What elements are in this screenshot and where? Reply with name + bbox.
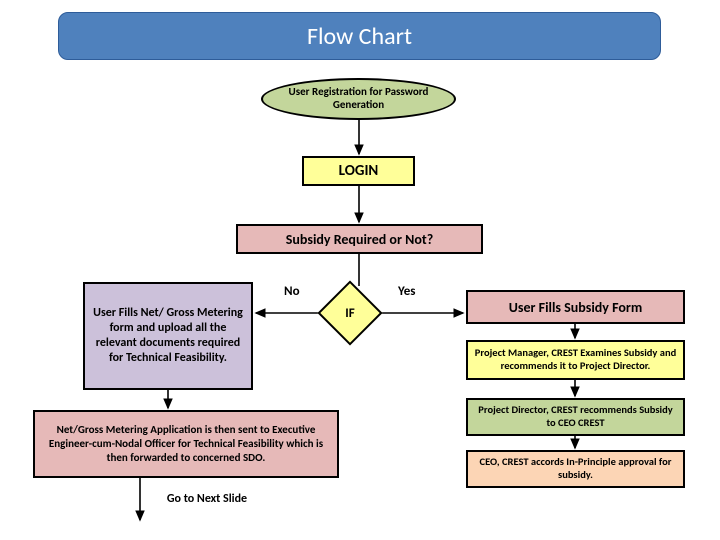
node-ceo-crest: CEO, CREST accords In-Principle approval… [466, 450, 685, 488]
node-if-diamond: IF [327, 290, 373, 336]
node-yes-branch: User Fills Subsidy Form [466, 290, 685, 324]
node-subsidy-decision: Subsidy Required or Not? [236, 224, 483, 254]
node-pm-crest: Project Manager, CREST Examines Subsidy … [466, 340, 685, 380]
edge-label-yes: Yes [398, 284, 415, 299]
node-start: User Registration for Password Generatio… [261, 78, 456, 120]
node-login: LOGIN [302, 156, 415, 186]
node-pd-crest: Project Director, CREST recommends Subsi… [466, 398, 685, 436]
edge-label-no: No [284, 284, 300, 299]
if-label: IF [327, 290, 373, 336]
goto-next-slide: Go to Next Slide [152, 492, 262, 506]
node-netgross: Net/Gross Metering Application is then s… [33, 410, 339, 478]
page-title: Flow Chart [58, 12, 661, 60]
node-no-branch: User Fills Net/ Gross Metering form and … [83, 282, 253, 390]
